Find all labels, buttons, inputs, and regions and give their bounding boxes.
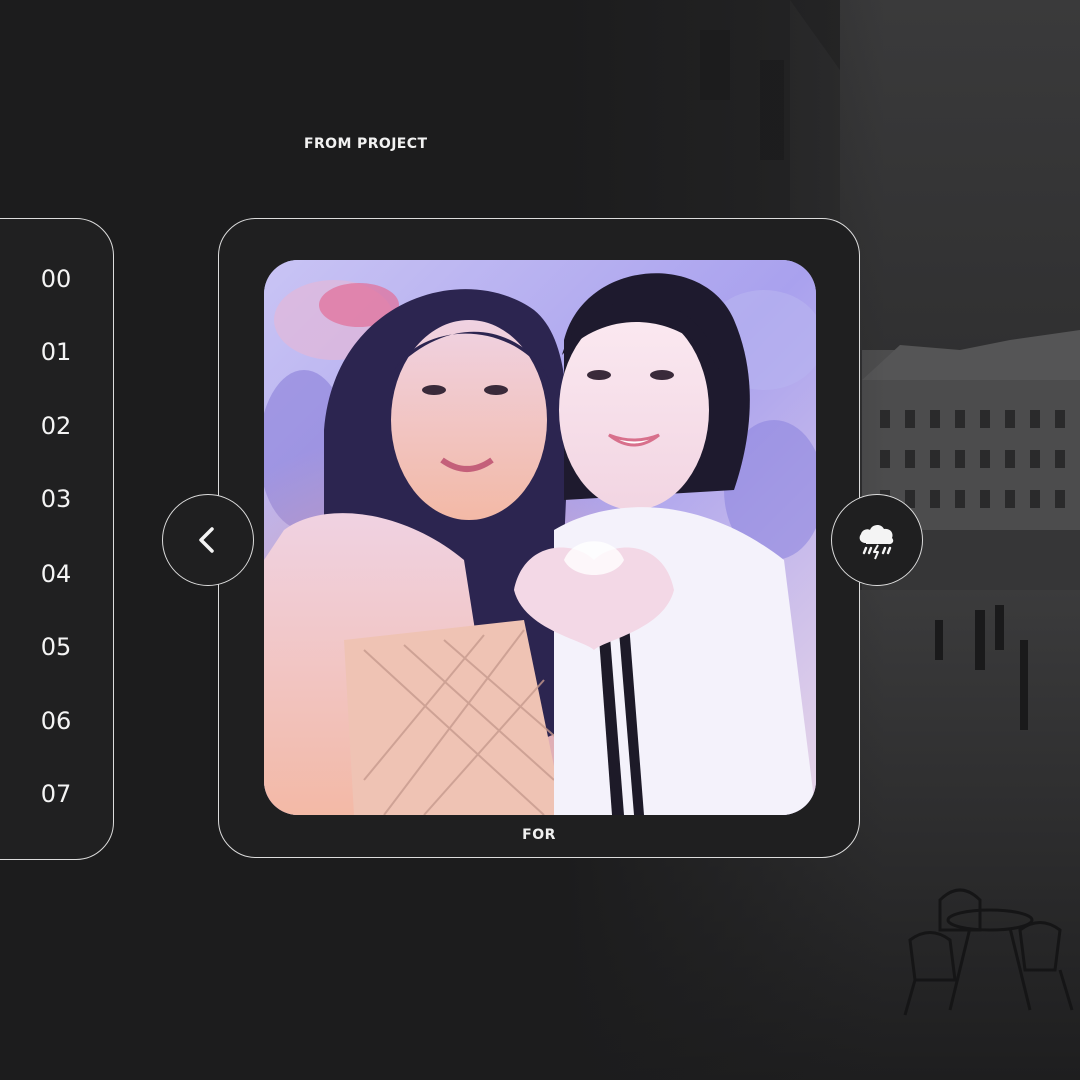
- page: FROM PROJECT 00 01 02 03 04 05 06 07 FOR: [0, 0, 1080, 1080]
- page-title: FROM PROJECT: [304, 136, 428, 152]
- featured-photo[interactable]: [264, 260, 816, 815]
- chevron-left-icon: [199, 527, 214, 553]
- number-list-panel: 00 01 02 03 04 05 06 07: [0, 218, 114, 860]
- photo-card: FOR: [218, 218, 860, 858]
- number-item-06[interactable]: 06: [1, 706, 111, 736]
- weather-button[interactable]: [831, 494, 923, 586]
- card-caption: FOR: [522, 827, 556, 843]
- rain-thunder-cloud-icon: [859, 524, 894, 560]
- photo-illustration: [264, 260, 816, 815]
- number-item-05[interactable]: 05: [1, 632, 111, 662]
- number-item-02[interactable]: 02: [1, 411, 111, 441]
- number-item-01-active[interactable]: 01: [1, 314, 111, 390]
- prev-button[interactable]: [162, 494, 254, 586]
- number-item-00[interactable]: 00: [1, 264, 111, 294]
- number-item-03[interactable]: 03: [1, 484, 111, 514]
- number-item-04[interactable]: 04: [1, 559, 111, 589]
- number-item-07[interactable]: 07: [1, 779, 111, 809]
